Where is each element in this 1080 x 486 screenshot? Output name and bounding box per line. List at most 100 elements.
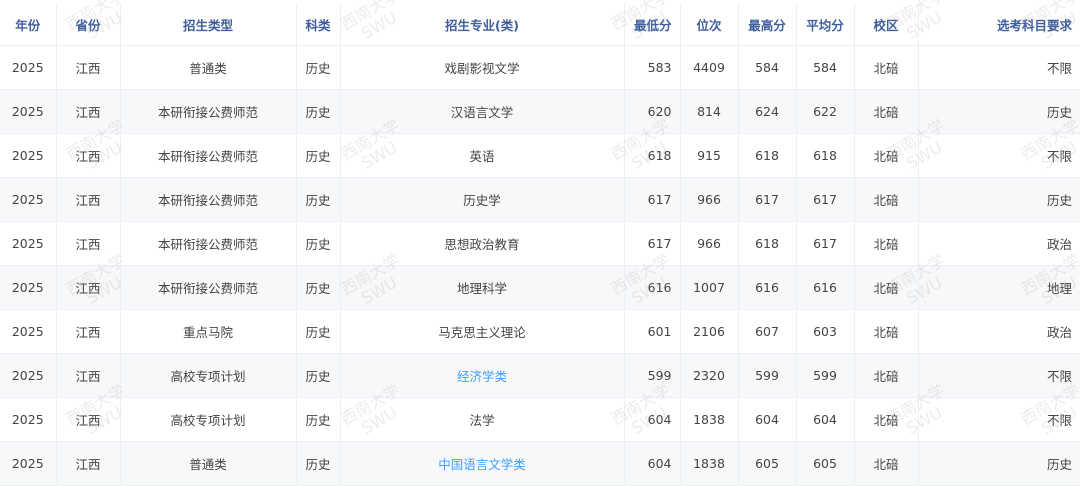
cell-campus: 北碚 <box>854 441 919 486</box>
table-row[interactable]: 2025 江西 普通类 历史 中国语言文学类 604 1838 605 605 北碚 历史 <box>0 441 1080 486</box>
table-row[interactable]: 2025 江西 本研衔接公费师范 历史 思想政治教育 617 966 618 617 北碚 政治 <box>0 221 1080 266</box>
cell-max-score: 616 <box>738 265 797 310</box>
cell-subject-category: 历史 <box>296 397 341 442</box>
cell-subject-requirements: 不限 <box>918 133 1080 178</box>
cell-campus: 北碚 <box>854 89 919 134</box>
cell-max-score: 604 <box>738 397 797 442</box>
cell-admission-type: 本研衔接公费师范 <box>120 265 297 310</box>
cell-year: 2025 <box>0 221 57 266</box>
table-row[interactable]: 2025 江西 本研衔接公费师范 历史 地理科学 616 1007 616 616 北碚 地理 <box>0 265 1080 310</box>
cell-subject-category: 历史 <box>296 353 341 398</box>
cell-campus: 北碚 <box>854 45 919 90</box>
header-subject-category[interactable]: 科类 <box>296 3 341 46</box>
cell-avg-score: 603 <box>796 309 855 354</box>
cell-avg-score: 604 <box>796 397 855 442</box>
cell-subject-requirements: 不限 <box>918 45 1080 90</box>
cell-major: 经济学类 <box>340 353 625 398</box>
cell-major: 英语 <box>340 133 625 178</box>
cell-max-score: 618 <box>738 221 797 266</box>
header-subject-requirements[interactable]: 选考科目要求 <box>918 3 1080 46</box>
cell-subject-requirements: 地理 <box>918 265 1080 310</box>
cell-major: 戏剧影视文学 <box>340 45 625 90</box>
cell-admission-type: 重点马院 <box>120 309 297 354</box>
cell-max-score: 584 <box>738 45 797 90</box>
cell-subject-requirements: 历史 <box>918 89 1080 134</box>
cell-major: 历史学 <box>340 177 625 222</box>
cell-subject-requirements: 不限 <box>918 353 1080 398</box>
cell-year: 2025 <box>0 45 57 90</box>
header-campus[interactable]: 校区 <box>854 3 919 46</box>
cell-avg-score: 622 <box>796 89 855 134</box>
cell-min-score: 620 <box>624 89 681 134</box>
cell-max-score: 599 <box>738 353 797 398</box>
table-row[interactable]: 2025 江西 本研衔接公费师范 历史 历史学 617 966 617 617 北碚 历史 <box>0 177 1080 222</box>
cell-year: 2025 <box>0 177 57 222</box>
cell-subject-category: 历史 <box>296 45 341 90</box>
cell-avg-score: 605 <box>796 441 855 486</box>
major-link[interactable]: 经济学类 <box>457 369 507 384</box>
cell-campus: 北碚 <box>854 265 919 310</box>
cell-major: 思想政治教育 <box>340 221 625 266</box>
cell-max-score: 617 <box>738 177 797 222</box>
cell-admission-type: 本研衔接公费师范 <box>120 177 297 222</box>
table-row[interactable]: 2025 江西 本研衔接公费师范 历史 汉语言文学 620 814 624 622 北碚 历史 <box>0 89 1080 134</box>
table-row[interactable]: 2025 江西 高校专项计划 历史 法学 604 1838 604 604 北碚 不限 <box>0 397 1080 442</box>
cell-rank: 2320 <box>680 353 739 398</box>
cell-admission-type: 高校专项计划 <box>120 353 297 398</box>
cell-subject-category: 历史 <box>296 89 341 134</box>
cell-major: 法学 <box>340 397 625 442</box>
cell-avg-score: 618 <box>796 133 855 178</box>
header-avg-score[interactable]: 平均分 <box>796 3 855 46</box>
cell-subject-category: 历史 <box>296 309 341 354</box>
cell-province: 江西 <box>56 353 121 398</box>
header-year[interactable]: 年份 <box>0 3 57 46</box>
cell-avg-score: 616 <box>796 265 855 310</box>
table-row[interactable]: 2025 江西 普通类 历史 戏剧影视文学 583 4409 584 584 北碚 不限 <box>0 45 1080 90</box>
header-min-score[interactable]: 最低分 <box>624 3 681 46</box>
cell-admission-type: 本研衔接公费师范 <box>120 221 297 266</box>
header-admission-type[interactable]: 招生类型 <box>120 3 297 46</box>
cell-avg-score: 617 <box>796 177 855 222</box>
cell-max-score: 607 <box>738 309 797 354</box>
cell-avg-score: 599 <box>796 353 855 398</box>
cell-rank: 1007 <box>680 265 739 310</box>
header-province[interactable]: 省份 <box>56 3 121 46</box>
cell-province: 江西 <box>56 177 121 222</box>
cell-avg-score: 617 <box>796 221 855 266</box>
table-row[interactable]: 2025 江西 高校专项计划 历史 经济学类 599 2320 599 599 北碚 不限 <box>0 353 1080 398</box>
cell-rank: 966 <box>680 177 739 222</box>
table-header-row: 年份 省份 招生类型 科类 招生专业(类) 最低分 位次 最高分 平均分 校区 … <box>0 3 1080 46</box>
cell-rank: 915 <box>680 133 739 178</box>
cell-subject-category: 历史 <box>296 177 341 222</box>
cell-subject-category: 历史 <box>296 265 341 310</box>
cell-min-score: 583 <box>624 45 681 90</box>
cell-subject-requirements: 政治 <box>918 309 1080 354</box>
cell-province: 江西 <box>56 89 121 134</box>
header-max-score[interactable]: 最高分 <box>738 3 797 46</box>
cell-campus: 北碚 <box>854 397 919 442</box>
cell-rank: 4409 <box>680 45 739 90</box>
cell-campus: 北碚 <box>854 221 919 266</box>
cell-admission-type: 普通类 <box>120 45 297 90</box>
cell-max-score: 605 <box>738 441 797 486</box>
cell-subject-requirements: 不限 <box>918 397 1080 442</box>
table-row[interactable]: 2025 江西 本研衔接公费师范 历史 英语 618 915 618 618 北碚 不限 <box>0 133 1080 178</box>
cell-max-score: 618 <box>738 133 797 178</box>
cell-province: 江西 <box>56 309 121 354</box>
cell-province: 江西 <box>56 221 121 266</box>
cell-province: 江西 <box>56 265 121 310</box>
cell-major: 地理科学 <box>340 265 625 310</box>
cell-rank: 1838 <box>680 397 739 442</box>
header-major[interactable]: 招生专业(类) <box>340 3 625 46</box>
cell-min-score: 618 <box>624 133 681 178</box>
cell-min-score: 617 <box>624 221 681 266</box>
cell-province: 江西 <box>56 397 121 442</box>
table-row[interactable]: 2025 江西 重点马院 历史 马克思主义理论 601 2106 607 603 北碚 政治 <box>0 309 1080 354</box>
cell-admission-type: 普通类 <box>120 441 297 486</box>
cell-min-score: 599 <box>624 353 681 398</box>
cell-rank: 2106 <box>680 309 739 354</box>
cell-year: 2025 <box>0 441 57 486</box>
major-link[interactable]: 中国语言文学类 <box>438 457 526 472</box>
cell-campus: 北碚 <box>854 353 919 398</box>
header-rank[interactable]: 位次 <box>680 3 739 46</box>
